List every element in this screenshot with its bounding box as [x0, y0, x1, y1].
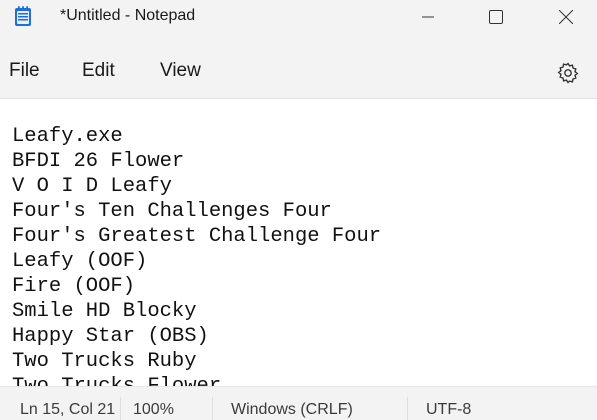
cursor-position: Ln 15, Col 21: [20, 401, 116, 418]
settings-button[interactable]: [553, 58, 583, 88]
text-line: Four's Ten Challenges Four: [12, 200, 332, 223]
notepad-icon: [14, 5, 32, 27]
text-line: Leafy (OOF): [12, 250, 148, 273]
title-bar[interactable]: *Untitled - Notepad: [0, 0, 597, 33]
line-ending[interactable]: Windows (CRLF): [231, 401, 353, 419]
text-line: Smile HD Blocky: [12, 300, 197, 323]
status-divider: [407, 397, 408, 420]
text-line: Fire (OOF): [12, 275, 136, 298]
text-line: V O I D Leafy: [12, 175, 172, 198]
minimize-button[interactable]: [393, 0, 463, 33]
text-line: BFDI 26 Flower: [12, 150, 185, 173]
text-line: Two Trucks Ruby: [12, 350, 197, 373]
menu-view[interactable]: View: [160, 60, 201, 82]
status-divider: [212, 397, 213, 420]
text-line: Four's Greatest Challenge Four: [12, 225, 382, 248]
text-line: Two Trucks Flower: [12, 374, 221, 386]
window-title: *Untitled - Notepad: [60, 7, 196, 24]
gear-icon: [557, 62, 579, 84]
minimize-icon: [422, 16, 434, 17]
zoom-level[interactable]: 100%: [133, 401, 174, 419]
menu-file[interactable]: File: [9, 60, 40, 82]
text-line: Happy Star (OBS): [12, 325, 209, 348]
text-editor[interactable]: Leafy.exe BFDI 26 Flower V O I D Leafy F…: [0, 99, 597, 386]
text-line: Leafy.exe: [12, 125, 123, 148]
close-icon: [559, 9, 573, 24]
status-divider: [120, 397, 121, 420]
encoding[interactable]: UTF-8: [426, 401, 471, 419]
menu-edit[interactable]: Edit: [82, 60, 115, 82]
menu-bar: File Edit View: [0, 44, 597, 98]
close-button[interactable]: [531, 0, 597, 33]
maximize-icon: [489, 9, 503, 24]
status-bar: Ln 15, Col 21 100% Windows (CRLF) UTF-8: [0, 386, 597, 420]
maximize-button[interactable]: [461, 0, 531, 33]
